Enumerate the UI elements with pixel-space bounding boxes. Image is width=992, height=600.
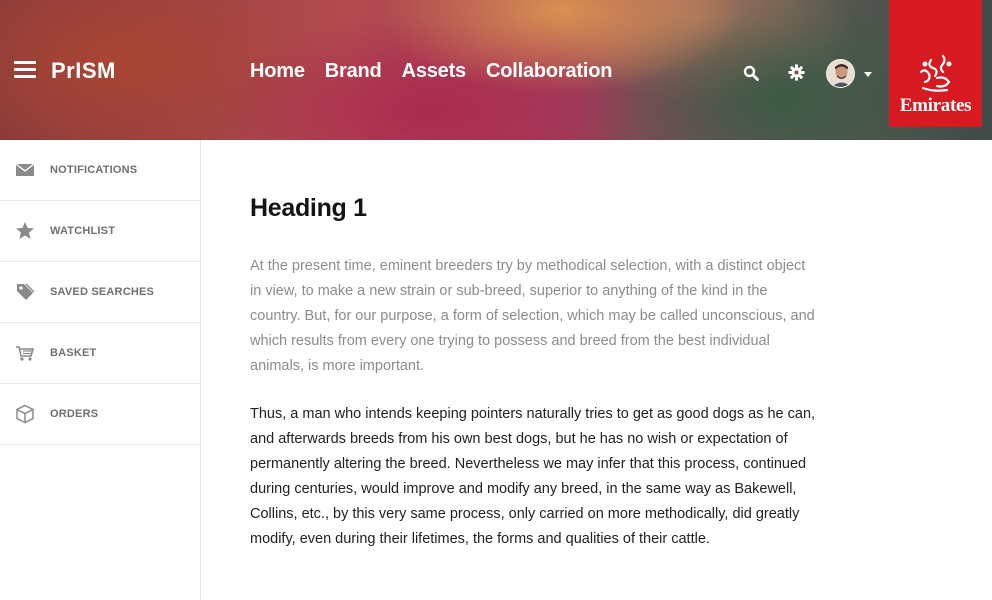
main-nav: Home Brand Assets Collaboration: [250, 60, 612, 83]
emirates-calligraphy-icon: [919, 54, 952, 92]
intro-paragraph: At the present time, eminent breeders tr…: [250, 258, 815, 374]
search-icon[interactable]: [743, 65, 759, 81]
page-heading: Heading 1: [250, 194, 367, 222]
sidebar-item-label: BASKET: [50, 347, 97, 359]
sidebar-item-orders[interactable]: ORDERS: [0, 384, 200, 445]
tag-icon: [17, 283, 35, 300]
cart-icon: [16, 346, 35, 361]
user-menu-caret-icon[interactable]: [864, 72, 872, 77]
nav-collaboration[interactable]: Collaboration: [486, 60, 612, 83]
sidebar-item-basket[interactable]: BASKET: [0, 323, 200, 384]
hamburger-menu-icon[interactable]: [14, 61, 36, 79]
sidebar-item-saved-searches[interactable]: SAVED SEARCHES: [0, 262, 200, 323]
nav-assets[interactable]: Assets: [402, 60, 467, 83]
brand-logo: Emirates: [889, 0, 982, 127]
nav-home[interactable]: Home: [250, 60, 305, 83]
gear-icon[interactable]: [788, 64, 805, 81]
box-icon: [16, 404, 34, 424]
sidebar: NOTIFICATIONS WATCHLIST SAVED SEARCHES B…: [0, 140, 201, 600]
nav-brand[interactable]: Brand: [325, 60, 382, 83]
sidebar-item-label: NOTIFICATIONS: [50, 164, 138, 176]
sidebar-item-label: WATCHLIST: [50, 225, 116, 237]
star-icon: [16, 222, 34, 239]
body-paragraph: Thus, a man who intends keeping pointers…: [250, 406, 816, 547]
sidebar-item-watchlist[interactable]: WATCHLIST: [0, 201, 200, 262]
sidebar-item-label: ORDERS: [50, 408, 99, 420]
app-logo[interactable]: PrISM: [51, 58, 116, 84]
envelope-icon: [15, 163, 35, 176]
user-avatar[interactable]: [826, 59, 855, 88]
sidebar-item-label: SAVED SEARCHES: [50, 286, 155, 298]
brand-name: Emirates: [899, 95, 972, 116]
top-header: PrISM Home Brand Assets Collaboration Em…: [0, 0, 992, 140]
sidebar-item-notifications[interactable]: NOTIFICATIONS: [0, 140, 200, 201]
